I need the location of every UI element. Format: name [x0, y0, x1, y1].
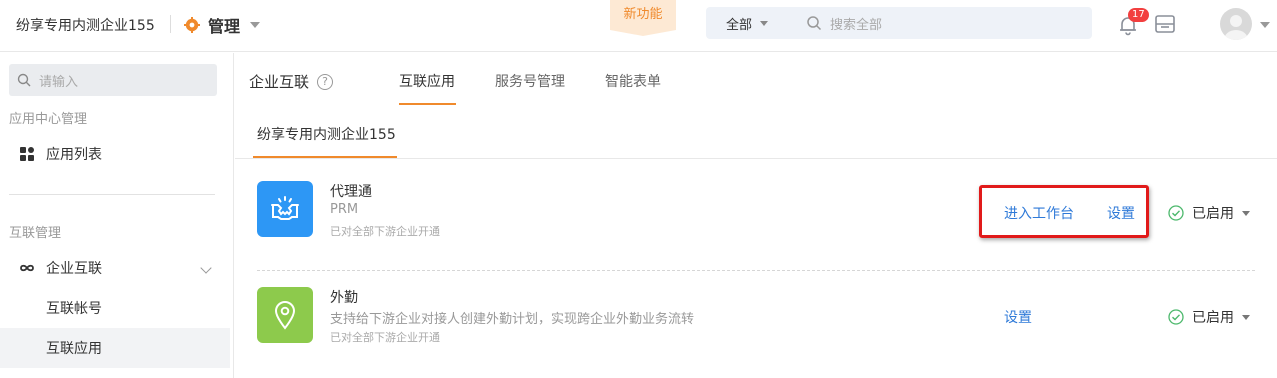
status-label: 已启用 [1192, 310, 1234, 326]
grid-icon [20, 147, 34, 161]
sidebar-search-input[interactable]: 请输入 [39, 71, 78, 90]
app-desc: PRM [330, 202, 359, 217]
chevron-down-icon [250, 22, 261, 28]
notification-badge: 17 [1128, 8, 1149, 22]
tab-smart-form[interactable]: 智能表单 [605, 71, 661, 91]
chevron-down-icon [760, 20, 769, 26]
subtab-company[interactable]: 纷享专用内测企业155 [257, 124, 396, 144]
tab-interconnect-apps[interactable]: 互联应用 [399, 71, 455, 91]
page-title-text: 企业互联 [249, 73, 310, 91]
gear-icon [184, 17, 200, 33]
sidebar-group-app-center: 应用中心管理 [9, 112, 88, 127]
chevron-down-icon[interactable] [1260, 22, 1270, 28]
sidebar-item-app-list[interactable]: 应用列表 [0, 134, 230, 174]
app-desc: 支持给下游企业对接人创建外勤计划，实现跨企业外勤业务流转 [330, 312, 695, 327]
app-note: 已对全部下游企业开通 [330, 225, 440, 238]
help-icon[interactable]: ? [317, 73, 334, 90]
new-feature-tag[interactable]: 新功能 [610, 0, 676, 36]
user-icon [1224, 15, 1248, 40]
app-name: 外勤 [330, 290, 358, 306]
sidebar-item-label: 应用列表 [46, 147, 102, 163]
sidebar-item-label: 企业互联 [46, 261, 102, 277]
global-search[interactable]: 全部 搜索全部 [706, 7, 1092, 39]
handshake-icon [257, 181, 313, 237]
divider [235, 158, 1277, 159]
settings-link[interactable]: 设置 [1004, 307, 1032, 327]
search-scope-select[interactable]: 全部 [726, 14, 769, 33]
link-icon [20, 264, 34, 272]
avatar[interactable] [1220, 8, 1252, 40]
active-tab-indicator [399, 103, 456, 105]
status-dropdown[interactable]: 已启用 [1168, 203, 1250, 223]
sidebar: 请输入 应用中心管理 应用列表 互联管理 企业互联 互联帐号 互联应用 [0, 53, 234, 378]
divider [9, 194, 215, 195]
company-name[interactable]: 纷享专用内测企业155 [16, 15, 155, 35]
sidebar-search[interactable]: 请输入 [9, 64, 217, 96]
check-circle-icon [1168, 309, 1184, 325]
top-bar: 纷享专用内测企业155 管理 新功能 全部 搜索全部 17 [0, 0, 1277, 52]
app-row: 外勤 支持给下游企业对接人创建外勤计划，实现跨企业外勤业务流转 已对全部下游企业… [257, 287, 1255, 377]
manage-label: 管理 [208, 17, 241, 36]
location-pin-icon [257, 287, 313, 343]
app-name: 代理通 [330, 184, 372, 200]
search-icon [17, 73, 31, 87]
app-note: 已对全部下游企业开通 [330, 331, 440, 344]
inbox-icon[interactable] [1154, 13, 1176, 35]
status-dropdown[interactable]: 已启用 [1168, 307, 1250, 327]
highlight-box [979, 185, 1149, 238]
sidebar-item-enterprise-link[interactable]: 企业互联 [0, 248, 230, 288]
tab-service-account[interactable]: 服务号管理 [495, 71, 565, 91]
sidebar-item-interconnect-account[interactable]: 互联帐号 [0, 288, 230, 328]
sidebar-group-interconnect: 互联管理 [9, 226, 62, 241]
chevron-down-icon [1242, 314, 1250, 320]
page-title: 企业互联 ? [249, 71, 334, 92]
manage-menu[interactable]: 管理 [184, 13, 261, 37]
search-input[interactable]: 搜索全部 [830, 14, 882, 33]
chevron-down-icon [1242, 210, 1250, 216]
check-circle-icon [1168, 205, 1184, 221]
search-scope-label: 全部 [726, 17, 753, 33]
search-icon [807, 16, 822, 31]
chevron-down-icon [200, 262, 212, 274]
sidebar-item-interconnect-apps[interactable]: 互联应用 [0, 328, 230, 368]
divider [170, 15, 171, 33]
status-label: 已启用 [1192, 206, 1234, 222]
